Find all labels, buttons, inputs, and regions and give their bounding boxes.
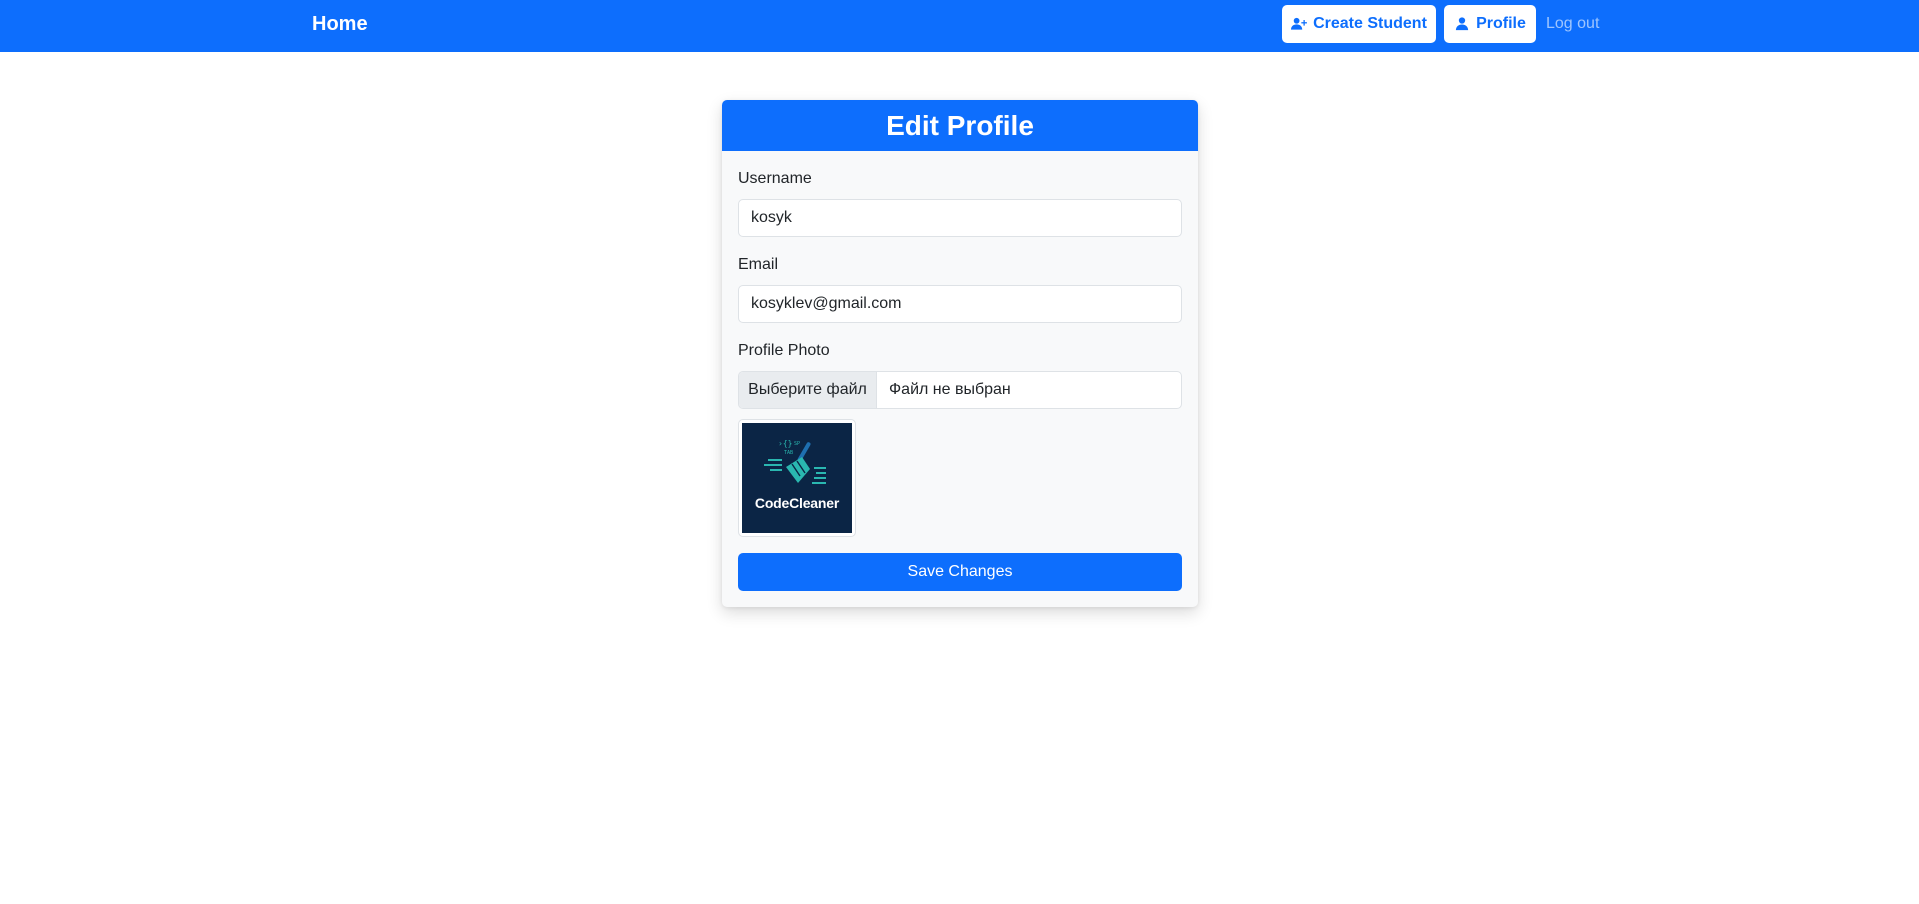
save-changes-button[interactable]: Save Changes	[738, 553, 1182, 591]
email-input[interactable]: kosyklev@gmail.com	[738, 285, 1182, 323]
card-header: Edit Profile	[722, 100, 1198, 151]
username-input[interactable]: kosyk	[738, 199, 1182, 237]
choose-file-button[interactable]: Выберите файл	[739, 372, 877, 408]
svg-text:TAB: TAB	[784, 450, 793, 456]
create-student-label: Create Student	[1313, 15, 1427, 32]
email-label: Email	[738, 256, 779, 273]
username-label: Username	[738, 170, 812, 187]
top-navbar: Home Create Student Profile Log out	[0, 0, 1919, 52]
codecleaner-logo-image: ›{} SP TAB CodeCleaner	[742, 423, 852, 533]
edit-profile-card: Edit Profile Username kosyk Email kosykl…	[722, 100, 1198, 607]
home-link[interactable]: Home	[312, 13, 368, 36]
profile-label: Profile	[1476, 15, 1526, 32]
profile-photo-file-input[interactable]: Выберите файл Файл не выбран	[738, 371, 1182, 409]
profile-photo-label: Profile Photo	[738, 342, 830, 359]
svg-text:SP: SP	[794, 441, 800, 447]
svg-text:›{}: ›{}	[778, 439, 792, 448]
broom-icon: ›{} SP TAB	[764, 439, 826, 484]
logo-text: CodeCleaner	[754, 495, 840, 511]
logout-link[interactable]: Log out	[1546, 15, 1599, 33]
file-status-text: Файл не выбран	[889, 381, 1011, 398]
profile-button[interactable]: Profile	[1444, 5, 1536, 43]
profile-photo-preview: ›{} SP TAB CodeCleaner	[738, 419, 856, 537]
user-plus-icon	[1291, 17, 1308, 30]
user-icon	[1455, 17, 1469, 31]
create-student-button[interactable]: Create Student	[1282, 5, 1436, 43]
page-title: Edit Profile	[886, 109, 1034, 141]
